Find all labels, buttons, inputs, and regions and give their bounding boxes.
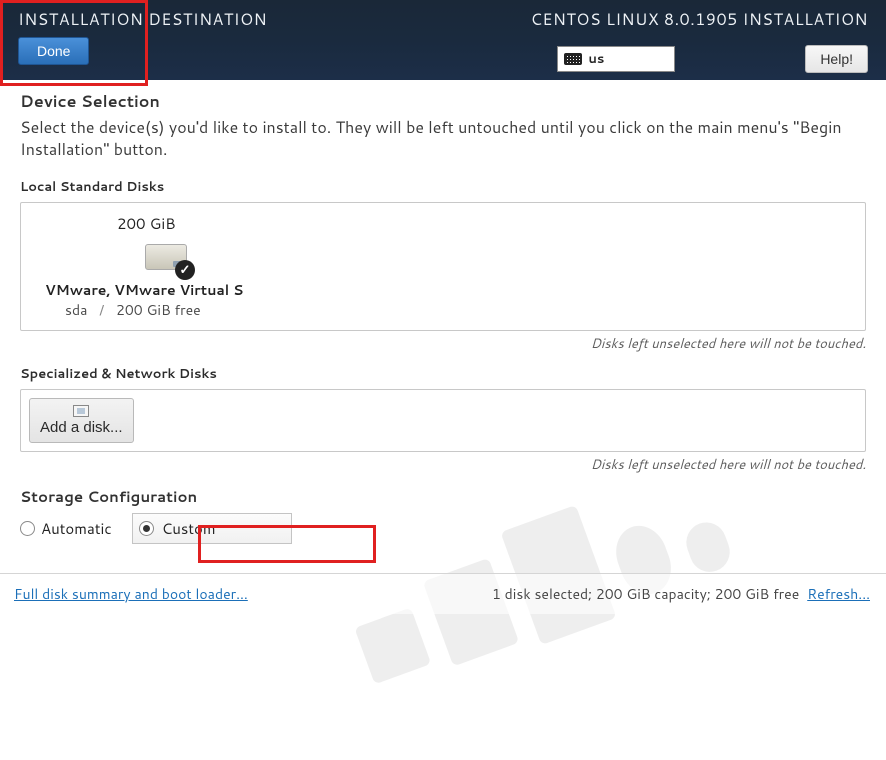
keyboard-icon — [564, 53, 582, 65]
header-right: CENTOS LINUX 8.0.1905 INSTALLATION us He… — [531, 8, 868, 80]
custom-radio[interactable]: Custom — [132, 513, 292, 544]
device-selection-title: Device Selection — [20, 90, 866, 113]
disk-name: VMware, VMware Virtual S — [45, 280, 243, 300]
storage-config-row: Automatic Custom — [20, 513, 866, 544]
keyboard-layout-label: us — [588, 50, 604, 68]
network-disks-label: Specialized & Network Disks — [20, 365, 866, 383]
device-selection-description: Select the device(s) you'd like to insta… — [20, 117, 866, 162]
header-left: INSTALLATION DESTINATION Done — [18, 8, 267, 80]
add-disk-icon — [73, 405, 89, 417]
automatic-radio[interactable]: Automatic — [20, 518, 112, 539]
disk-subinfo: sda / 200 GiB free — [65, 300, 201, 320]
help-button[interactable]: Help! — [805, 45, 868, 73]
network-disks-container: Add a disk... — [20, 389, 866, 452]
local-disks-label: Local Standard Disks — [20, 178, 866, 196]
check-icon — [175, 260, 195, 280]
disk-summary-link[interactable]: Full disk summary and boot loader... — [14, 584, 248, 604]
network-unselected-note: Disks left unselected here will not be t… — [20, 456, 866, 474]
installer-subtitle: CENTOS LINUX 8.0.1905 INSTALLATION — [531, 8, 868, 31]
keyboard-layout-indicator[interactable]: us — [557, 46, 675, 72]
local-unselected-note: Disks left unselected here will not be t… — [20, 335, 866, 353]
header-bar: INSTALLATION DESTINATION Done CENTOS LIN… — [0, 0, 886, 80]
footer-right: 1 disk selected; 200 GiB capacity; 200 G… — [492, 584, 870, 604]
footer-bar: Full disk summary and boot loader... 1 d… — [0, 573, 886, 614]
local-disks-container: 200 GiB VMware, VMware Virtual S sda / 2… — [20, 202, 866, 331]
automatic-label: Automatic — [41, 518, 112, 539]
refresh-link[interactable]: Refresh... — [807, 584, 870, 604]
done-button[interactable]: Done — [18, 37, 89, 65]
main-content: Device Selection Select the device(s) yo… — [0, 80, 886, 614]
disk-device: sda — [65, 300, 87, 320]
custom-label: Custom — [162, 518, 216, 539]
radio-icon-checked — [139, 521, 154, 536]
disk-item[interactable]: 200 GiB VMware, VMware Virtual S sda / 2… — [35, 213, 265, 320]
footer-status: 1 disk selected; 200 GiB capacity; 200 G… — [492, 584, 799, 604]
disk-icon-wrap — [145, 244, 189, 274]
header-row-two: us Help! — [557, 45, 868, 73]
disk-size: 200 GiB — [117, 213, 176, 234]
add-disk-button[interactable]: Add a disk... — [29, 398, 134, 443]
add-disk-label: Add a disk... — [40, 419, 123, 436]
page-title: INSTALLATION DESTINATION — [18, 8, 267, 31]
disk-free: 200 GiB free — [116, 300, 201, 320]
radio-icon — [20, 521, 35, 536]
storage-config-title: Storage Configuration — [20, 486, 866, 507]
separator: / — [99, 300, 104, 320]
